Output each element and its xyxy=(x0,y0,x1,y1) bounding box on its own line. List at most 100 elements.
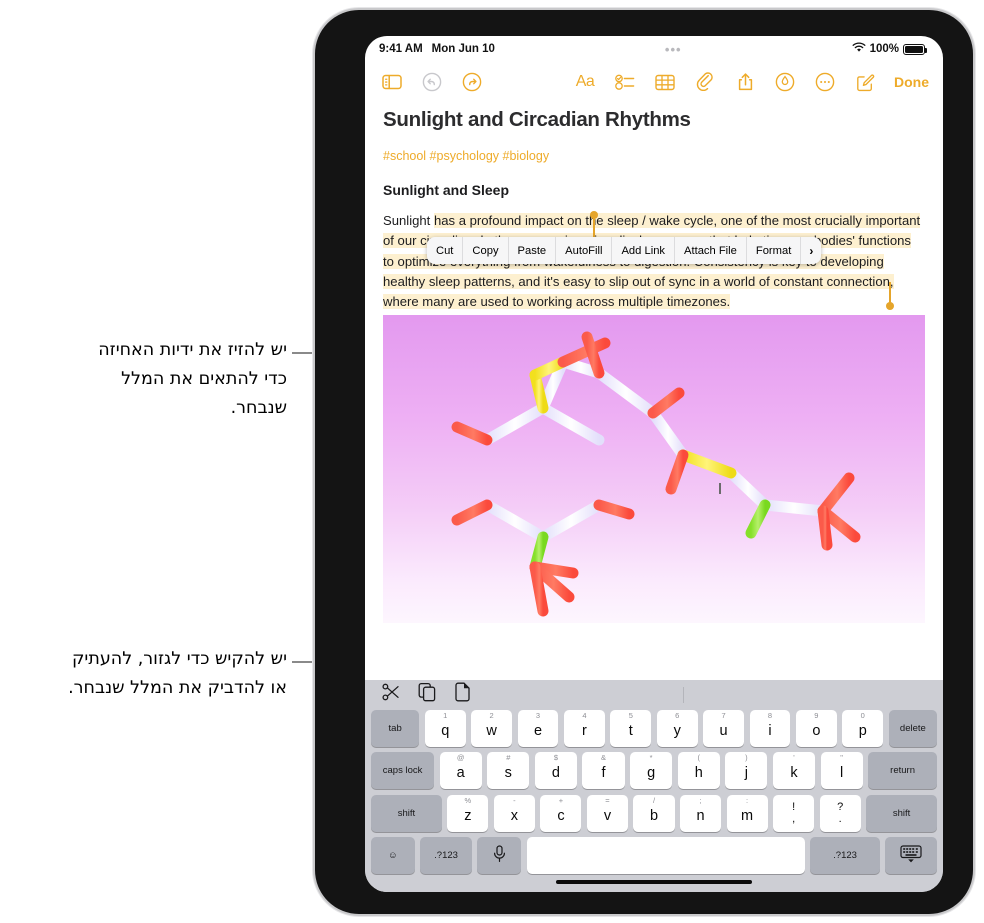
key-l-key[interactable]: " l xyxy=(820,752,863,789)
molecule-svg xyxy=(451,331,861,617)
key-d-key[interactable]: $ d xyxy=(534,752,577,789)
key-j-key[interactable]: ) j xyxy=(725,752,768,789)
key-alt-label: : xyxy=(746,795,749,805)
shortcut-bar-divider xyxy=(683,686,684,703)
key-alt-label: $ xyxy=(553,753,558,762)
undo-icon[interactable] xyxy=(419,69,445,95)
key-alt-label: ' xyxy=(793,753,795,762)
sidebar-toggle-icon[interactable] xyxy=(379,69,405,95)
ipad-device-frame: 9:41 AM Mon Jun 10 ••• 100% Aa Done Sunl… xyxy=(313,8,975,916)
key-alt-label: / xyxy=(652,795,656,805)
key-dictation-mic-key[interactable] xyxy=(477,837,522,874)
key-o-key[interactable]: 9o xyxy=(795,709,837,747)
key-p-key[interactable]: 0p xyxy=(842,709,884,747)
key-label: w xyxy=(486,722,497,739)
edit-menu-item-copy[interactable]: Copy xyxy=(463,237,509,264)
key-alt-label: 5 xyxy=(628,710,633,720)
key-t-key[interactable]: 5t xyxy=(610,709,652,747)
key-label: e xyxy=(533,722,543,739)
edit-menu-item-attach-file[interactable]: Attach File xyxy=(675,237,747,264)
key-dismiss-keyboard-key[interactable] xyxy=(885,837,938,874)
markup-pen-icon[interactable] xyxy=(772,69,798,95)
note-tags[interactable]: #school #psychology #biology xyxy=(383,149,925,163)
molecule-structure-image[interactable] xyxy=(383,315,925,624)
key-!,-key[interactable]: !, xyxy=(773,794,815,832)
key-q-key[interactable]: 1q xyxy=(424,709,466,747)
key-c-key[interactable]: + c xyxy=(540,794,582,832)
edit-menu-item-format[interactable]: Format xyxy=(747,237,802,264)
key-alt-label: * xyxy=(649,753,653,762)
key-v-key[interactable]: = v xyxy=(586,794,628,832)
edit-menu-item-cut[interactable]: Cut xyxy=(427,237,464,264)
done-button[interactable]: Done xyxy=(894,74,929,90)
key-y-key[interactable]: 6y xyxy=(656,709,698,747)
key-return-key[interactable]: return xyxy=(868,752,938,789)
key-a-key[interactable]: @ a xyxy=(439,752,482,789)
battery-percent-label: 100% xyxy=(869,43,899,55)
chevron-right-icon[interactable]: › xyxy=(801,237,821,264)
cut-scissors-icon[interactable] xyxy=(381,682,401,707)
key-shift-key[interactable]: shift xyxy=(866,794,938,832)
key-label: . xyxy=(838,812,842,825)
key-g-key[interactable]: * g xyxy=(630,752,673,789)
key-e-key[interactable]: 3e xyxy=(517,709,559,747)
more-ellipsis-icon[interactable] xyxy=(812,69,838,95)
key-label: o xyxy=(812,722,821,739)
key-numeric-key-left[interactable]: .?123 xyxy=(420,837,472,874)
format-aa-icon[interactable]: Aa xyxy=(572,69,598,95)
key-?.-key[interactable]: ?. xyxy=(819,794,861,832)
paste-icon[interactable] xyxy=(454,682,471,707)
note-section-heading[interactable]: Sunlight and Sleep xyxy=(383,182,925,198)
key-b-key[interactable]: / b xyxy=(633,794,675,832)
key-label: k xyxy=(790,765,798,781)
key-numeric-key-right[interactable]: .?123 xyxy=(810,837,880,874)
toolbar-left-group xyxy=(379,69,485,95)
key-w-key[interactable]: 2w xyxy=(471,709,513,747)
key-label: return xyxy=(890,765,915,776)
key-i-key[interactable]: 8i xyxy=(749,709,791,747)
table-icon[interactable] xyxy=(652,69,678,95)
key-z-key[interactable]: % z xyxy=(447,794,489,832)
dictation-mic-key-icon xyxy=(492,845,507,866)
note-title[interactable]: Sunlight and Circadian Rhythms xyxy=(383,108,925,132)
key-space-key[interactable] xyxy=(526,837,805,874)
key-caps-lock-key[interactable]: caps lock xyxy=(370,752,435,789)
key-f-key[interactable]: & f xyxy=(582,752,625,789)
text-edit-menu: Cut Copy Paste AutoFill Add Link Attach … xyxy=(427,237,822,264)
key-alt-label: # xyxy=(506,753,511,762)
key-label: ☺ xyxy=(388,850,398,861)
key-label: r xyxy=(581,722,587,739)
key-label: z xyxy=(464,807,472,824)
copy-icon[interactable] xyxy=(418,682,437,707)
key-r-key[interactable]: 4r xyxy=(563,709,605,747)
edit-menu-item-add-link[interactable]: Add Link xyxy=(612,237,676,264)
attachment-paperclip-icon[interactable] xyxy=(692,69,718,95)
edit-menu-item-paste[interactable]: Paste xyxy=(509,237,557,264)
key-alt-label: 2 xyxy=(489,710,494,720)
key-shift-key[interactable]: shift xyxy=(370,794,442,832)
key-delete-key[interactable]: delete xyxy=(888,709,938,747)
keyboard-row-3: shift% z - x + c = v / b; n: m!,?. shift xyxy=(365,794,943,832)
key-x-key[interactable]: -x xyxy=(493,794,535,832)
key-emoji-key[interactable]: ☺ xyxy=(371,837,415,874)
checklist-icon[interactable] xyxy=(612,69,638,95)
key-label: q xyxy=(441,722,450,739)
key-n-key[interactable]: ; n xyxy=(680,794,722,832)
edit-menu-item-autofill[interactable]: AutoFill xyxy=(556,237,613,264)
key-s-key[interactable]: # s xyxy=(487,752,530,789)
compose-icon[interactable] xyxy=(852,69,878,95)
key-tab-key[interactable]: tab xyxy=(370,709,420,747)
key-label: g xyxy=(647,765,656,781)
key-u-key[interactable]: 7u xyxy=(703,709,745,747)
key-alt-label: 7 xyxy=(721,710,726,720)
key-m-key[interactable]: :m xyxy=(726,794,768,832)
key-k-key[interactable]: ' k xyxy=(772,752,816,789)
key-h-key[interactable]: (h xyxy=(677,752,720,789)
key-alt-label: 9 xyxy=(814,710,819,720)
key-label: s xyxy=(504,765,512,781)
key-alt-label: 8 xyxy=(767,710,773,720)
redo-icon[interactable] xyxy=(459,69,485,95)
status-bar-left: 9:41 AM Mon Jun 10 xyxy=(379,43,495,55)
status-bar-center: ••• xyxy=(495,43,852,56)
share-icon[interactable] xyxy=(732,69,758,95)
